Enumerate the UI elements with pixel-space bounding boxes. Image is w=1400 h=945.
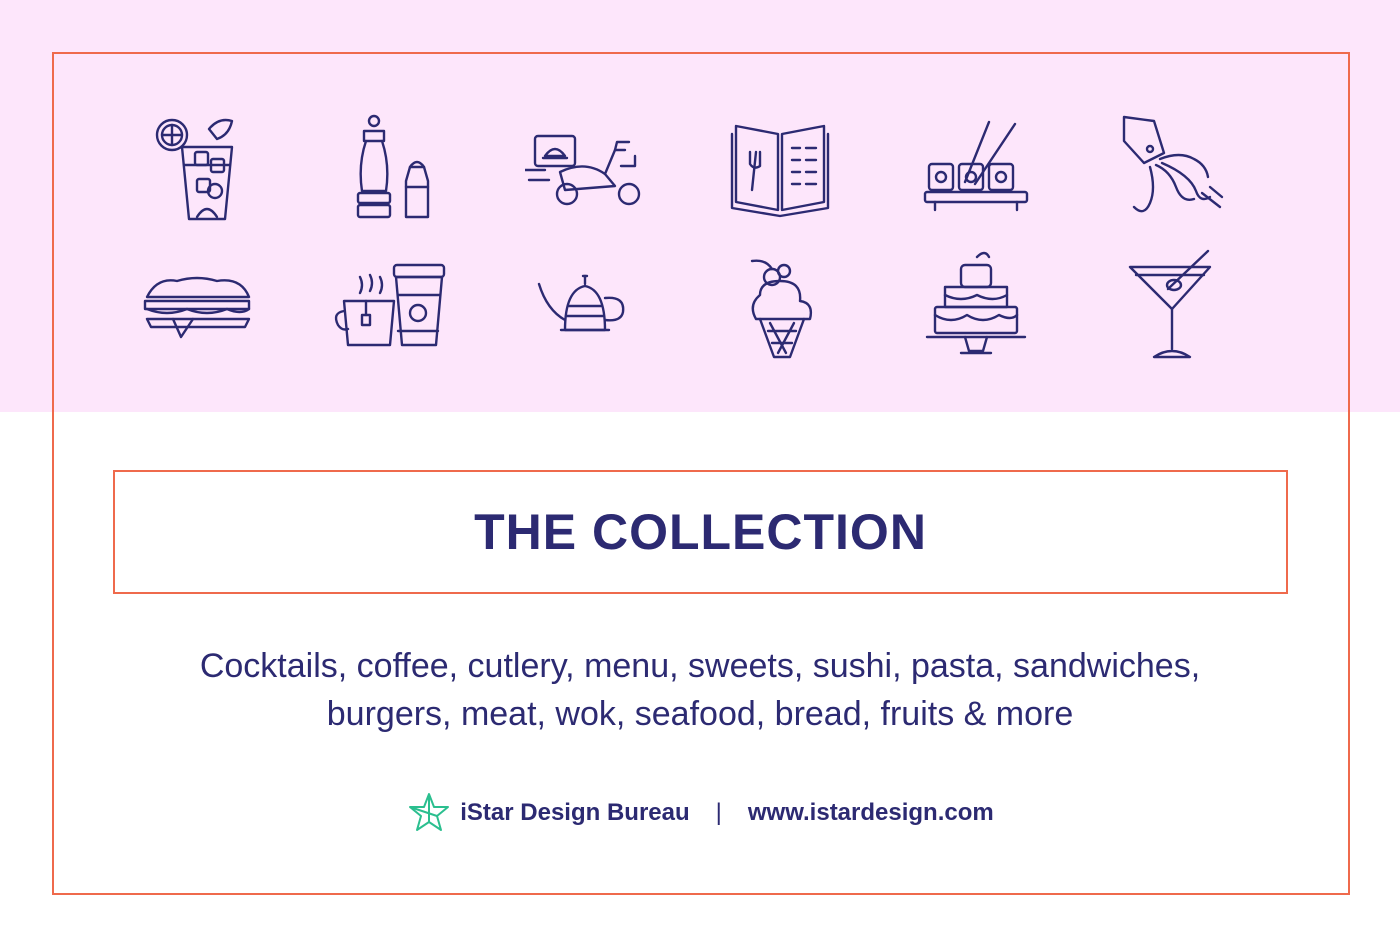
footer: iStar Design Bureau | www.istardesign.co… <box>0 788 1400 838</box>
martini-icon <box>1110 245 1230 365</box>
cake-icon <box>915 245 1035 365</box>
website-link[interactable]: www.istardesign.com <box>748 799 994 827</box>
footer-separator: | <box>715 799 722 826</box>
coffee-tea-icon <box>330 255 450 375</box>
lemonade-icon <box>137 107 257 227</box>
sushi-icon <box>915 112 1035 232</box>
istar-logo-icon <box>409 793 450 831</box>
menu-book-icon <box>720 112 840 232</box>
delivery-scooter-icon <box>525 120 645 240</box>
pepper-salt-icon <box>330 107 450 227</box>
ice-cream-icon <box>730 245 850 365</box>
description: Cocktails, coffee, cutlery, menu, sweets… <box>100 642 1300 738</box>
title-box: THE COLLECTION <box>113 470 1288 594</box>
kettle-icon <box>525 250 645 370</box>
brand-name: iStar Design Bureau <box>460 799 690 826</box>
description-line-1: Cocktails, coffee, cutlery, menu, sweets… <box>199 647 1201 685</box>
squid-icon <box>1110 107 1230 227</box>
page-title: THE COLLECTION <box>474 504 927 560</box>
sandwich-icon <box>137 245 257 365</box>
description-line-2: burgers, meat, wok, seafood, bread, frui… <box>326 695 1074 733</box>
